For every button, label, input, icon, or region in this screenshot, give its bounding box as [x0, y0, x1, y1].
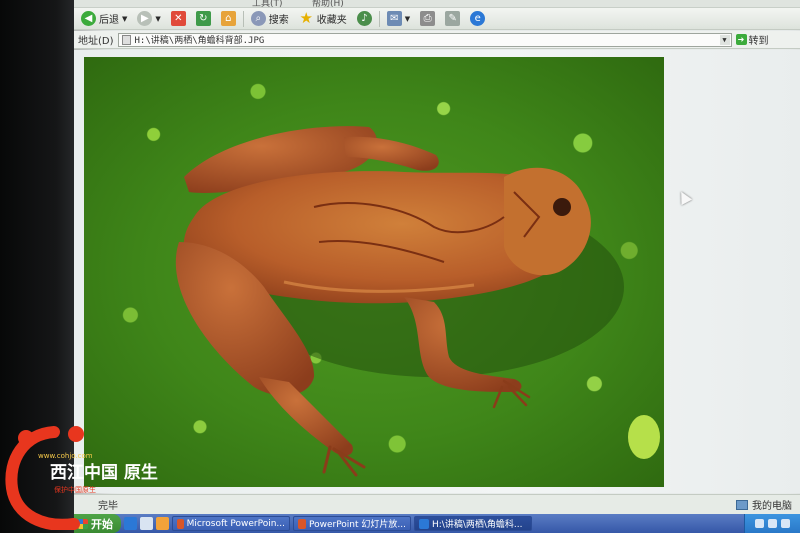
media-button[interactable]: ♪	[354, 10, 375, 28]
media-icon: ♪	[356, 11, 372, 26]
go-button[interactable]: ➜ 转到	[735, 32, 769, 47]
tray-app-icon[interactable]	[781, 519, 790, 528]
content-viewport	[74, 50, 800, 493]
chevron-down-icon: ▼	[155, 14, 161, 23]
back-label: 后退	[99, 15, 119, 26]
go-arrow-icon: ➜	[735, 34, 747, 45]
security-zone: 我的电脑	[736, 497, 792, 512]
taskbar-item-slideshow[interactable]: PowerPoint 幻灯片放...	[293, 516, 411, 531]
slideshow-icon	[298, 518, 306, 529]
chevron-down-icon[interactable]: ▼	[719, 34, 730, 45]
forward-button[interactable]: ▶ ▼	[134, 10, 163, 28]
internet-explorer-icon	[419, 518, 429, 529]
svg-text:www.cohjo.com: www.cohjo.com	[38, 452, 93, 460]
chevron-down-icon: ▼	[404, 14, 411, 23]
ie-button[interactable]: e	[467, 10, 488, 28]
back-arrow-icon: ◀	[81, 11, 96, 26]
address-value: H:\讲稿\两栖\角蟾科背部.JPG	[134, 36, 265, 46]
edit-icon: ✎	[445, 11, 461, 26]
task-label: PowerPoint 幻灯片放...	[308, 520, 406, 530]
site-watermark-logo: www.cohjo.com 西江中国 原生 保护中国原生	[5, 426, 158, 530]
menu-bar: 工具(T) 帮助(H)	[74, 0, 800, 9]
search-icon: ⌕	[250, 11, 266, 26]
address-label: 地址(D)	[78, 36, 114, 47]
address-bar: 地址(D) H:\讲稿\两栖\角蟾科背部.JPG ▼ ➜ 转到	[74, 31, 800, 49]
home-button[interactable]: ⌂	[218, 10, 239, 28]
chevron-down-icon: ▼	[122, 14, 128, 23]
stop-icon: ✕	[170, 11, 186, 26]
powerpoint-icon	[177, 518, 184, 529]
edit-button[interactable]: ✎	[442, 10, 463, 28]
go-label: 转到	[748, 36, 769, 47]
taskbar-item-browser[interactable]: H:\讲稿\两栖\角蟾科...	[414, 516, 532, 531]
refresh-button[interactable]: ↻	[193, 10, 214, 28]
computer-icon	[736, 499, 748, 510]
favorites-label: 收藏夹	[316, 15, 347, 26]
print-button[interactable]: ⎙	[417, 10, 438, 28]
svg-text:保护中国原生: 保护中国原生	[54, 485, 96, 494]
task-label: H:\讲稿\两栖\角蟾科...	[432, 520, 523, 530]
forward-arrow-icon: ▶	[137, 11, 153, 26]
internet-explorer-icon: e	[470, 11, 486, 26]
toolbar-separator	[378, 10, 380, 27]
refresh-icon: ↻	[195, 11, 211, 26]
mail-button[interactable]: ✉ ▼	[384, 10, 413, 28]
browser-window: 工具(T) 帮助(H) ◀ 后退 ▼ ▶ ▼ ✕ ↻ ⌂ ⌕ 搜索 ★ 收藏夹	[74, 0, 800, 533]
taskbar-item-powerpoint[interactable]: Microsoft PowerPoin...	[172, 516, 290, 531]
task-label: Microsoft PowerPoin...	[186, 518, 285, 529]
back-button[interactable]: ◀ 后退 ▼	[78, 10, 130, 28]
tray-network-icon[interactable]	[755, 519, 764, 528]
status-bar: 完毕 我的电脑	[74, 494, 800, 514]
star-icon: ★	[299, 9, 313, 27]
home-icon: ⌂	[220, 11, 236, 26]
taskbar: 开始 Microsoft PowerPoin... PowerPoint 幻灯片…	[74, 514, 800, 533]
tray-volume-icon[interactable]	[768, 519, 777, 528]
svg-text:西江中国 原生: 西江中国 原生	[50, 462, 158, 483]
search-label: 搜索	[268, 15, 289, 26]
system-tray	[744, 514, 800, 533]
mouse-cursor-icon	[675, 188, 693, 206]
address-input[interactable]: H:\讲稿\两栖\角蟾科背部.JPG ▼	[117, 32, 732, 47]
toolbar-separator	[242, 10, 244, 27]
search-button[interactable]: ⌕ 搜索	[248, 10, 292, 28]
zone-label: 我的电脑	[752, 501, 792, 512]
favorites-button[interactable]: ★ 收藏夹	[296, 10, 350, 28]
print-icon: ⎙	[420, 11, 436, 26]
toolbar: ◀ 后退 ▼ ▶ ▼ ✕ ↻ ⌂ ⌕ 搜索 ★ 收藏夹 ♪ ✉ ▼ ⎙ ✎ e	[74, 8, 800, 30]
stop-button[interactable]: ✕	[168, 10, 189, 28]
mail-icon: ✉	[386, 11, 402, 26]
document-icon	[121, 34, 131, 45]
